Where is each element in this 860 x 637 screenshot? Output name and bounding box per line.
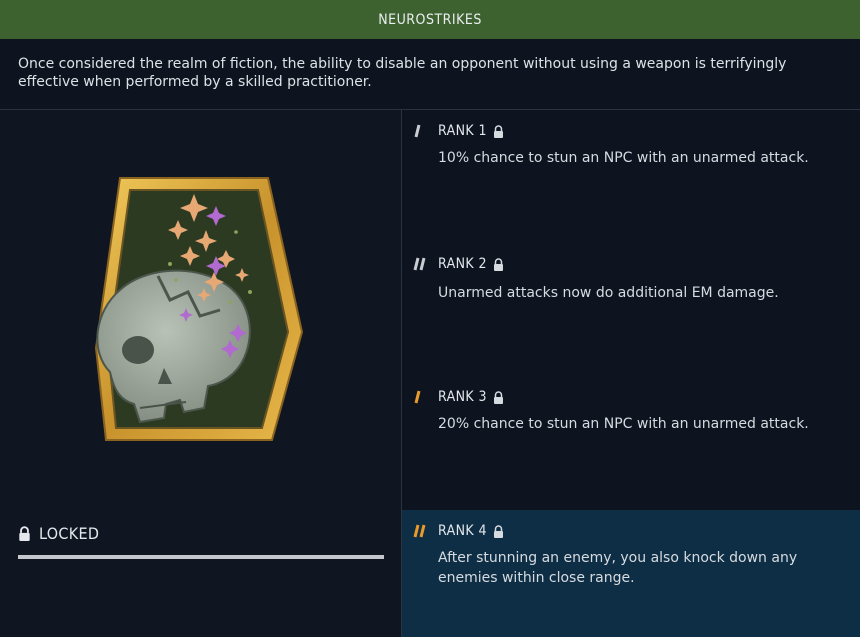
lock-icon (493, 524, 503, 538)
rank-tally-icon (412, 257, 432, 271)
rank-tally-icon (412, 390, 432, 404)
rank-description: 10% chance to stun an NPC with an unarme… (438, 150, 809, 166)
skull-stars-badge (94, 177, 304, 441)
perk-description: Once considered the realm of fiction, th… (0, 39, 860, 110)
locked-status: LOCKED (18, 524, 99, 543)
lock-icon (19, 526, 30, 541)
rank-row-1[interactable]: RANK 1 10% chance to stun an NPC with an… (402, 110, 860, 243)
rank-progress-bar (18, 555, 384, 559)
lock-icon (493, 390, 503, 404)
rank-description: After stunning an enemy, you also knock … (438, 550, 798, 586)
rank-row-2[interactable]: RANK 2 Unarmed attacks now do additional… (402, 243, 860, 376)
rank-label: RANK 3 (438, 389, 487, 405)
lock-icon (493, 257, 503, 271)
rank-tally-icon (412, 524, 432, 538)
locked-label: LOCKED (39, 524, 100, 543)
rank-label: RANK 4 (438, 523, 487, 539)
lock-icon (493, 124, 503, 138)
rank-description: Unarmed attacks now do additional EM dam… (438, 285, 779, 301)
rank-row-3[interactable]: RANK 3 20% chance to stun an NPC with an… (402, 376, 860, 510)
perk-title-bar: NEUROSTRIKES (0, 0, 860, 39)
rank-description: 20% chance to stun an NPC with an unarme… (438, 416, 809, 432)
rank-row-4[interactable]: RANK 4 After stunning an enemy, you also… (402, 510, 860, 637)
rank-tally-icon (412, 124, 432, 138)
rank-label: RANK 1 (438, 123, 487, 139)
perk-title: NEUROSTRIKES (378, 11, 482, 28)
rank-label: RANK 2 (438, 256, 487, 272)
